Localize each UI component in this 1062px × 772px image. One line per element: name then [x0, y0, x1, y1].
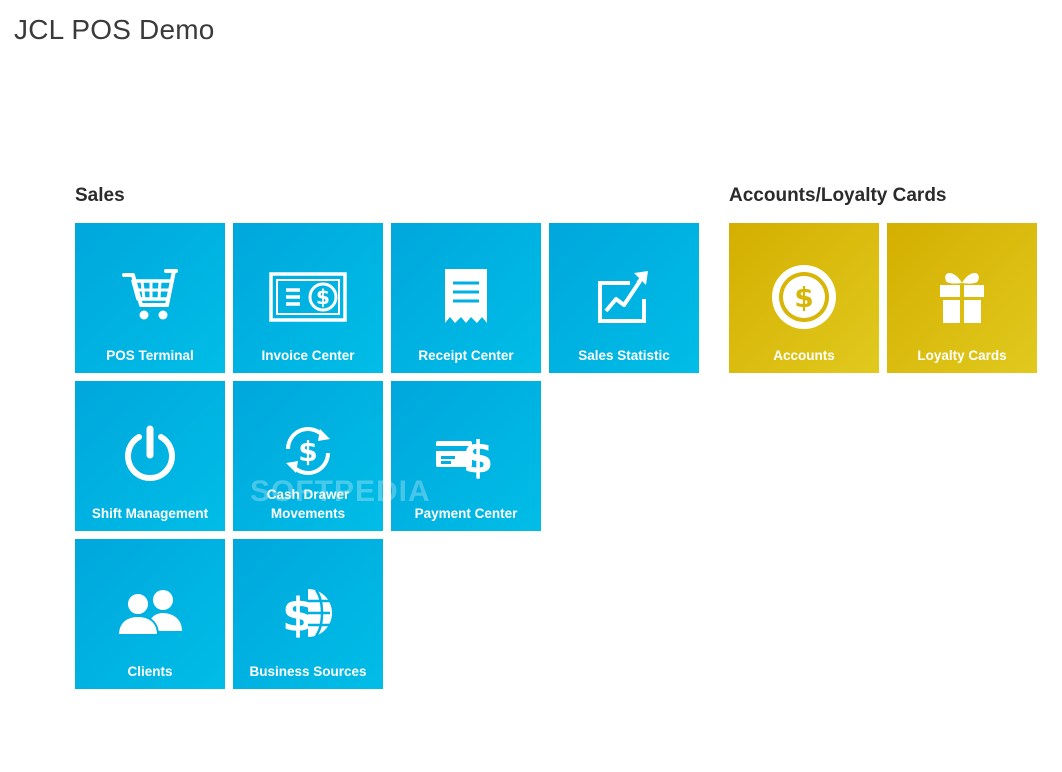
tile-accounts[interactable]: $ Accounts [729, 223, 879, 373]
tile-payment-center[interactable]: $ Payment Center [391, 381, 541, 531]
power-icon [75, 423, 225, 487]
svg-text:$: $ [463, 432, 494, 483]
tile-label: Clients [127, 664, 173, 679]
tile-invoice-center[interactable]: $ Invoice Center [233, 223, 383, 373]
dollar-cycle-icon: $ [233, 419, 383, 483]
app-title: JCL POS Demo [14, 14, 215, 45]
tile-label: Loyalty Cards [917, 348, 1007, 363]
tile-receipt-center[interactable]: Receipt Center [391, 223, 541, 373]
group-title-sales: Sales [75, 185, 125, 206]
tile-cash-drawer-movements[interactable]: $ Cash Drawer Movements [233, 381, 383, 531]
tile-clients[interactable]: Clients [75, 539, 225, 689]
tile-shift-management[interactable]: Shift Management [75, 381, 225, 531]
tile-sales-statistic[interactable]: Sales Statistic [549, 223, 699, 373]
receipt-icon [391, 265, 541, 329]
tile-label: Payment Center [414, 506, 518, 521]
tile-business-sources[interactable]: $ Business Sources [233, 539, 383, 689]
app-window: JCL POS Demo Sales POS Terminal $ Invoic… [0, 0, 1062, 772]
tile-label: Invoice Center [261, 348, 355, 363]
users-icon [75, 581, 225, 645]
tile-label: POS Terminal [106, 348, 194, 363]
tile-label: Cash Drawer Movements [266, 487, 350, 521]
svg-text:$: $ [316, 285, 330, 309]
tile-label: Receipt Center [418, 348, 514, 363]
tile-label: Accounts [773, 348, 835, 363]
coin-icon: $ [729, 265, 879, 329]
tile-label: Sales Statistic [578, 348, 670, 363]
tile-label: Shift Management [91, 506, 209, 521]
card-dollar-icon: $ [391, 423, 541, 487]
banknote-icon: $ [233, 265, 383, 329]
tile-loyalty-cards[interactable]: Loyalty Cards [887, 223, 1037, 373]
svg-text:$: $ [794, 281, 813, 314]
tile-label: Business Sources [249, 664, 367, 679]
gift-icon [887, 265, 1037, 329]
tile-pos-terminal[interactable]: POS Terminal [75, 223, 225, 373]
svg-text:$: $ [298, 435, 317, 468]
globe-dollar-icon: $ [233, 581, 383, 645]
group-title-accounts: Accounts/Loyalty Cards [729, 185, 947, 206]
shopping-cart-icon [75, 265, 225, 329]
chart-up-icon [549, 265, 699, 329]
